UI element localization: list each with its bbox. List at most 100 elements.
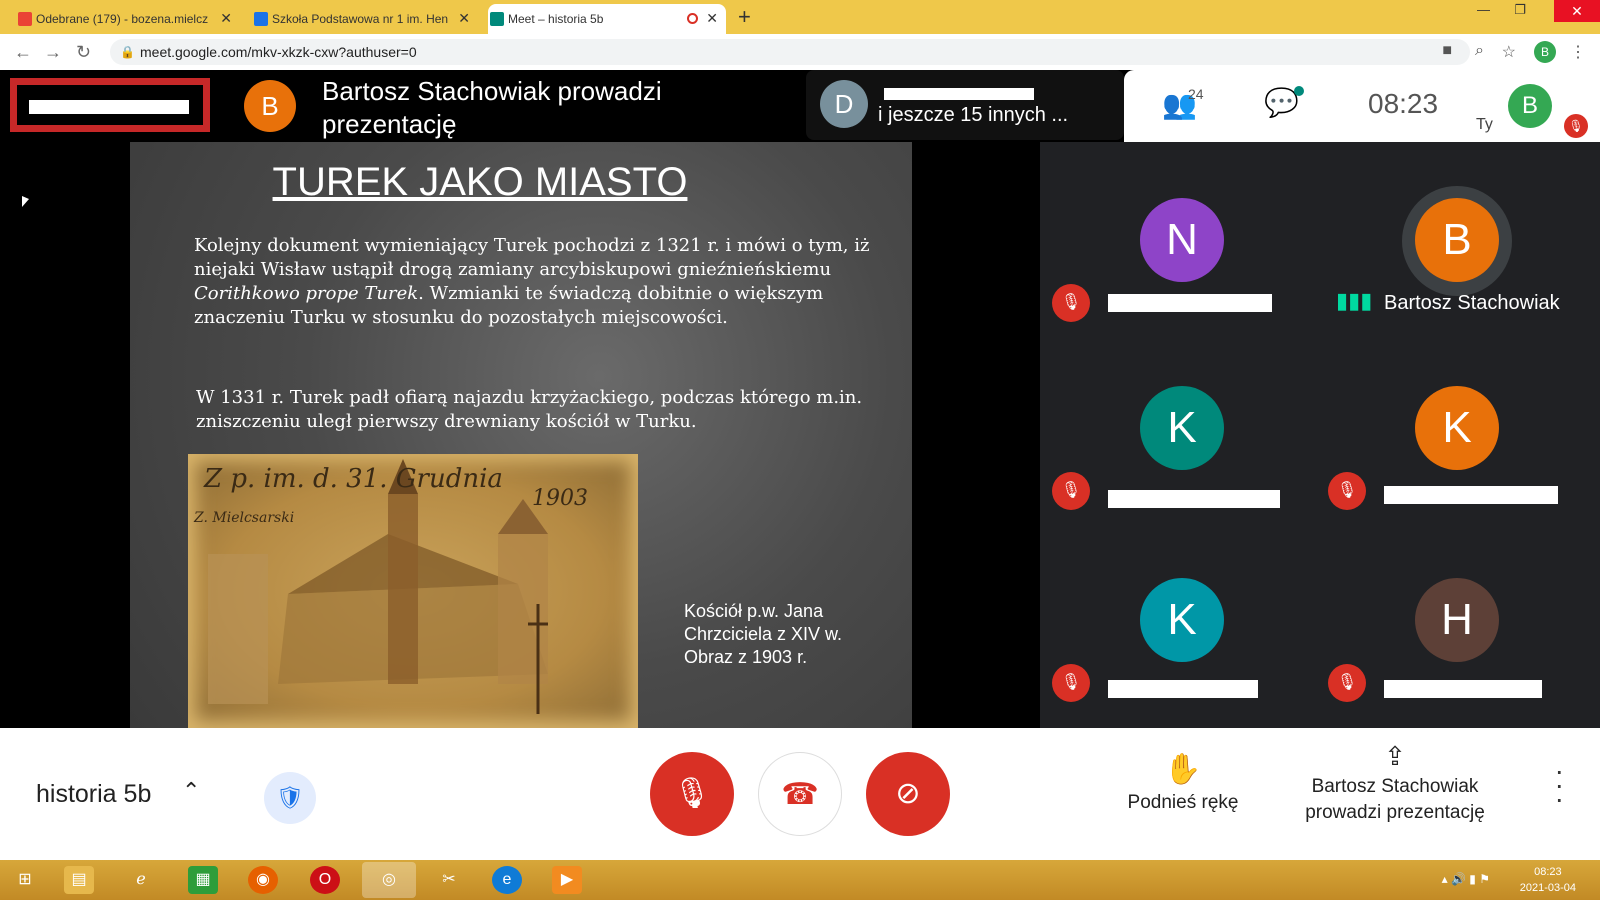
close-tab-icon[interactable]: ✕ — [220, 10, 232, 27]
paragraph-italic-text: Corithkowo prope Turek — [194, 283, 419, 304]
participants-grid: N 🎙 B ▮▮▮ Bartosz Stachowiak K 🎙 K 🎙 K 🎙… — [1040, 142, 1600, 728]
tab-title: Meet – historia 5b — [508, 12, 604, 26]
hand-icon: ✋ — [1164, 753, 1202, 786]
leave-call-button[interactable]: ☎ — [758, 752, 842, 836]
profile-avatar[interactable]: B — [1534, 41, 1556, 63]
camera-icon[interactable]: ■ — [1442, 42, 1452, 60]
media-player-icon[interactable]: ▶ — [552, 866, 582, 894]
redacted-bar — [29, 100, 189, 114]
mouse-cursor-icon — [22, 196, 29, 207]
presentation-thumbnail[interactable] — [10, 78, 210, 132]
store-icon[interactable]: ▦ — [188, 866, 218, 894]
meet-icon — [490, 12, 504, 26]
mic-off-icon: 🎙 — [1052, 664, 1090, 702]
window-close-icon[interactable]: ✕ — [1554, 0, 1600, 22]
others-count-text: i jeszcze 15 innych ... — [878, 104, 1069, 126]
opera-icon[interactable]: O — [310, 866, 340, 894]
raise-hand-label: Podnieś rękę — [1127, 792, 1239, 813]
redacted-name-bar — [1108, 490, 1280, 508]
redacted-name-bar — [1108, 294, 1272, 312]
chrome-icon[interactable]: ◎ — [362, 862, 416, 898]
redacted-name-bar — [1384, 680, 1542, 698]
lock-icon: 🔒 — [120, 45, 135, 59]
caption-line: Obraz z 1903 r. — [684, 647, 808, 667]
mic-off-icon: 🎙 — [672, 777, 712, 810]
slide-title: TUREK JAKO MIASTO — [272, 160, 688, 204]
gmail-icon — [18, 12, 32, 26]
tab-school[interactable]: Szkoła Podstawowa nr 1 im. Hen ✕ — [252, 4, 478, 34]
presenter-avatar: B — [244, 80, 296, 132]
meeting-name[interactable]: historia 5b — [36, 780, 151, 809]
recording-icon — [687, 13, 698, 24]
internet-explorer-icon[interactable]: ℯ — [126, 866, 156, 894]
self-avatar: B — [1508, 84, 1552, 128]
participant-count: 24 — [1188, 86, 1204, 102]
tab-meet[interactable]: Meet – historia 5b ✕ — [488, 4, 726, 34]
presenting-label: Bartosz Stachowiak — [1311, 776, 1479, 797]
speaking-indicator-icon: ▮▮▮ — [1336, 288, 1373, 313]
caption-line: Chrzciciela z XIV w. — [684, 624, 843, 644]
meet-top-strip: B Bartosz Stachowiak prowadzi prezentacj… — [0, 70, 1600, 142]
reload-icon[interactable]: ↻ — [76, 42, 91, 63]
presentation-slide: TUREK JAKO MIASTO Kolejny dokument wymie… — [130, 142, 912, 728]
participant-name: Bartosz Stachowiak — [1384, 292, 1560, 314]
star-icon[interactable]: ☆ — [1502, 42, 1516, 62]
restore-icon[interactable]: ❐ — [1514, 2, 1526, 18]
system-tray-icons[interactable]: ▴ 🔊 ▮ ⚑ — [1442, 872, 1490, 886]
zoom-icon[interactable]: ⌕ — [1475, 42, 1484, 60]
slide-caption: Kościół p.w. Jana Chrzciciela z XIV w. O… — [684, 600, 842, 669]
file-explorer-icon[interactable]: ▤ — [64, 866, 94, 894]
raise-hand-button[interactable]: ✋ Podnieś rękę — [1118, 750, 1248, 816]
minimize-icon[interactable]: — — [1477, 2, 1490, 17]
url-text: meet.google.com/mkv-xkzk-cxw?authuser=0 — [140, 44, 417, 60]
others-presenting-box[interactable]: D i jeszcze 15 innych ... — [806, 70, 1124, 140]
caption-line: Kościół p.w. Jana — [684, 601, 824, 621]
mic-off-icon: 🎙 — [1052, 284, 1090, 322]
mic-off-icon: 🎙 — [1328, 472, 1366, 510]
menu-icon[interactable]: ⋮ — [1570, 42, 1586, 62]
system-clock[interactable]: 08:23 2021-03-04 — [1520, 864, 1576, 896]
participant-avatar: N — [1140, 198, 1224, 282]
close-tab-icon[interactable]: ✕ — [706, 10, 718, 27]
painting-year: 1903 — [532, 486, 588, 511]
tab-title: Szkoła Podstawowa nr 1 im. Hen — [272, 12, 449, 26]
presenting-button[interactable]: ⇪ Bartosz Stachowiak prowadzi prezentacj… — [1290, 738, 1500, 826]
browser-tab-bar: Odebrane (179) - bozena.mielcz ✕ Szkoła … — [0, 0, 1600, 34]
url-field[interactable]: 🔒 meet.google.com/mkv-xkzk-cxw?authuser=… — [110, 39, 1470, 65]
self-label: Ty — [1476, 116, 1493, 133]
redacted-name-bar — [1108, 680, 1258, 698]
system-time: 08:23 — [1534, 866, 1562, 878]
participant-avatar: H — [1415, 578, 1499, 662]
camera-toggle-button[interactable]: ⊘ — [866, 752, 950, 836]
meeting-clock: 08:23 — [1368, 88, 1439, 119]
tab-gmail[interactable]: Odebrane (179) - bozena.mielcz ✕ — [16, 4, 240, 34]
host-controls-shield-icon[interactable]: 🛡 — [264, 772, 316, 824]
slide-paragraph-2: W 1331 r. Turek padł ofiarą najazdu krzy… — [196, 387, 863, 432]
paragraph-text: Kolejny dokument wymieniający Turek poch… — [194, 235, 870, 280]
firefox-icon[interactable]: ◉ — [248, 866, 278, 894]
painting-signature: Z. Mielcsarski — [194, 510, 295, 526]
classroom-icon — [254, 12, 268, 26]
mic-off-icon: 🎙 — [1052, 472, 1090, 510]
close-tab-icon[interactable]: ✕ — [458, 10, 470, 27]
church-painting: Z p. im. d. 31. Grudnia 1903 Z. Mielcsar… — [188, 454, 638, 728]
more-options-icon[interactable]: · · · — [1555, 757, 1564, 813]
meeting-controls-bar: historia 5b ⌃ 🛡 🎙 ☎ ⊘ ✋ Podnieś rękę ⇪ B… — [0, 728, 1600, 860]
snipping-tool-icon[interactable]: ✂ — [434, 866, 464, 894]
back-icon[interactable]: ← — [14, 42, 32, 63]
tab-title: Odebrane (179) - bozena.mielcz — [36, 12, 209, 26]
hang-up-icon: ☎ — [781, 778, 819, 811]
meet-info-panel: 👥 24 💬 08:23 Ty B 🎙 — [1124, 70, 1600, 142]
mic-off-icon: 🎙 — [1328, 664, 1366, 702]
presenter-title: Bartosz Stachowiak prowadzi prezentację — [322, 76, 662, 139]
redacted-bar — [884, 88, 1034, 100]
present-screen-icon: ⇪ — [1384, 741, 1406, 771]
windows-start-icon[interactable]: ⊞ — [10, 866, 40, 894]
mic-toggle-button[interactable]: 🎙 — [650, 752, 734, 836]
camera-off-icon: ⊘ — [895, 777, 921, 810]
chevron-up-icon[interactable]: ⌃ — [182, 778, 200, 804]
forward-icon[interactable]: → — [44, 42, 62, 63]
new-tab-icon[interactable]: + — [738, 4, 751, 30]
edge-icon[interactable]: e — [492, 866, 522, 894]
presenting-label: prowadzi prezentację — [1305, 802, 1485, 823]
